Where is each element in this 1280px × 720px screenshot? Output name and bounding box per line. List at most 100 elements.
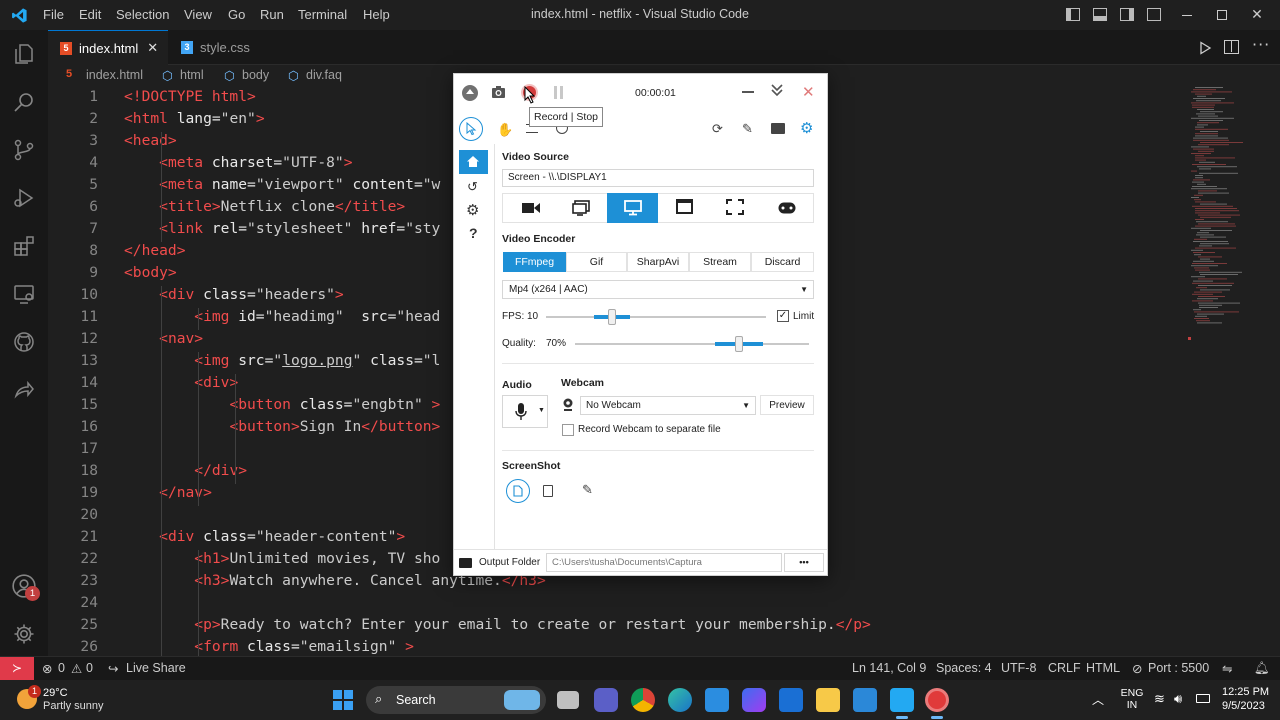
encoder-tab-gif[interactable]: Gif: [566, 252, 627, 272]
run-debug-icon[interactable]: [0, 174, 48, 222]
warnings-count[interactable]: 0: [86, 661, 93, 675]
warnings-icon[interactable]: ⚠: [71, 661, 82, 676]
breadcrumb-body[interactable]: body: [242, 68, 269, 82]
manage-gear-icon[interactable]: [0, 610, 48, 658]
close-icon[interactable]: ✕: [802, 83, 815, 101]
taskbar-search-box[interactable]: ⌕ Search: [366, 686, 546, 714]
breadcrumb-html[interactable]: html: [180, 68, 204, 82]
code-line[interactable]: <p>Ready to watch? Enter your email to c…: [124, 616, 871, 633]
nav-settings-gear-icon[interactable]: ⚙: [466, 201, 479, 219]
accounts-icon[interactable]: [0, 562, 48, 610]
media-player-icon[interactable]: [742, 688, 766, 712]
output-folder-path[interactable]: C:\Users\tusha\Documents\Captura: [546, 553, 782, 572]
edge-icon[interactable]: [668, 688, 692, 712]
menu-file[interactable]: File: [43, 7, 64, 22]
code-line[interactable]: <meta charset="UTF-8">: [124, 154, 352, 171]
captura-taskbar-icon[interactable]: [925, 688, 949, 712]
quality-slider-thumb[interactable]: [735, 336, 743, 352]
split-editor-icon[interactable]: [1224, 40, 1239, 54]
volume-icon[interactable]: 🔊︎: [1174, 691, 1182, 707]
minimap[interactable]: [1188, 87, 1280, 656]
code-line[interactable]: <img src="logo.png" class="l: [124, 352, 440, 369]
limit-checkbox[interactable]: ✓: [777, 310, 789, 322]
encoder-tab-sharpavi[interactable]: SharpAvi: [627, 252, 689, 272]
encoder-tab-stream[interactable]: Stream: [689, 252, 751, 272]
vscode-taskbar-icon[interactable]: [890, 688, 914, 712]
nav-home[interactable]: [459, 150, 488, 174]
feedback-icon[interactable]: ⇋: [1222, 661, 1232, 676]
code-line[interactable]: <title>Netflix clone</title>: [124, 198, 405, 215]
layout-secondary-sidebar-icon[interactable]: [1120, 8, 1134, 21]
window-source-icon[interactable]: [676, 199, 693, 214]
code-line[interactable]: <html lang="en">: [124, 110, 265, 127]
live-server-port[interactable]: Port : 5500: [1148, 661, 1209, 675]
menu-view[interactable]: View: [184, 7, 212, 22]
minimize-icon[interactable]: [742, 91, 754, 93]
menu-selection[interactable]: Selection: [116, 7, 169, 22]
github-icon[interactable]: [0, 318, 48, 366]
region-source-icon[interactable]: [726, 199, 744, 220]
extensions-icon[interactable]: [0, 222, 48, 270]
encoder-tab-discard[interactable]: Discard: [751, 252, 814, 272]
clock-date[interactable]: 9/5/2023: [1222, 700, 1265, 712]
fps-slider[interactable]: [546, 309, 766, 325]
breadcrumb-div[interactable]: div.faq: [306, 68, 342, 82]
encoding[interactable]: UTF-8: [1001, 661, 1036, 675]
collapse-icon[interactable]: [462, 85, 478, 101]
more-actions-icon[interactable]: ···: [1252, 35, 1270, 54]
remote-indicator[interactable]: ≻: [0, 657, 34, 681]
screen-source-button[interactable]: [607, 193, 658, 223]
input-language[interactable]: ENG IN: [1120, 687, 1144, 711]
weather-temp[interactable]: 29°C: [43, 687, 68, 699]
live-share-icon[interactable]: [0, 366, 48, 414]
settings-gear-icon[interactable]: ⚙: [800, 119, 813, 137]
output-folder-icon[interactable]: [459, 558, 472, 568]
notifications-bell-icon[interactable]: 🔔︎: [1254, 661, 1270, 676]
clock-time[interactable]: 12:25 PM: [1222, 686, 1269, 698]
layout-panel-icon[interactable]: [1093, 8, 1107, 21]
search-icon[interactable]: [0, 78, 48, 126]
code-line[interactable]: <nav>: [124, 330, 203, 347]
tab-index-html[interactable]: 5 index.html ✕: [48, 30, 168, 65]
audio-source-button[interactable]: ▼: [502, 395, 548, 428]
remote-explorer-icon[interactable]: [0, 270, 48, 318]
file-explorer-icon[interactable]: [816, 688, 840, 712]
code-line[interactable]: <div class="header-content">: [124, 528, 405, 545]
code-line[interactable]: <div class="headers">: [124, 286, 344, 303]
folder-icon[interactable]: [771, 123, 785, 134]
fps-slider-thumb[interactable]: [608, 309, 616, 325]
cursor-position[interactable]: Ln 141, Col 9: [852, 661, 926, 675]
region-pointer-icon[interactable]: [459, 117, 483, 141]
gamepad-source-icon[interactable]: [778, 201, 796, 219]
breadcrumb-file[interactable]: index.html: [86, 68, 143, 82]
menu-run[interactable]: Run: [260, 7, 284, 22]
multi-screen-icon[interactable]: [572, 200, 590, 221]
menu-terminal[interactable]: Terminal: [298, 7, 347, 22]
quality-slider[interactable]: [575, 336, 809, 352]
indentation[interactable]: Spaces: 4: [936, 661, 992, 675]
code-line[interactable]: <head>: [124, 132, 177, 149]
chrome-icon[interactable]: [631, 688, 655, 712]
screenshot-file-icon[interactable]: [506, 479, 530, 503]
show-hidden-icons-chevron-icon[interactable]: ︿: [1092, 691, 1104, 708]
codec-select[interactable]: Mp4 (x264 | AAC) ▼: [502, 280, 814, 299]
close-tab-icon[interactable]: ✕: [147, 40, 158, 56]
start-windows-icon[interactable]: [333, 690, 353, 710]
line-ending[interactable]: CRLF: [1048, 661, 1081, 675]
code-line[interactable]: <div>: [124, 374, 238, 391]
explorer-icon[interactable]: [0, 30, 48, 78]
help-icon[interactable]: ?: [469, 225, 478, 241]
edit-pencil-icon[interactable]: ✎: [582, 482, 593, 498]
problems-errors-icon[interactable]: ⊗: [42, 661, 52, 676]
webcam-preview-button[interactable]: Preview: [760, 395, 814, 415]
source-control-icon[interactable]: [0, 126, 48, 174]
customize-layout-icon[interactable]: [1147, 8, 1161, 21]
weather-desc[interactable]: Partly sunny: [43, 700, 104, 712]
code-line[interactable]: <button>Sign In</button>: [124, 418, 440, 435]
mail-icon[interactable]: [779, 688, 803, 712]
history-icon[interactable]: ↺: [467, 179, 478, 195]
code-line[interactable]: <link rel="stylesheet" href="sty: [124, 220, 440, 237]
code-line[interactable]: </head>: [124, 242, 186, 259]
azure-icon[interactable]: [853, 688, 877, 712]
layout-sidebar-icon[interactable]: [1066, 8, 1080, 21]
